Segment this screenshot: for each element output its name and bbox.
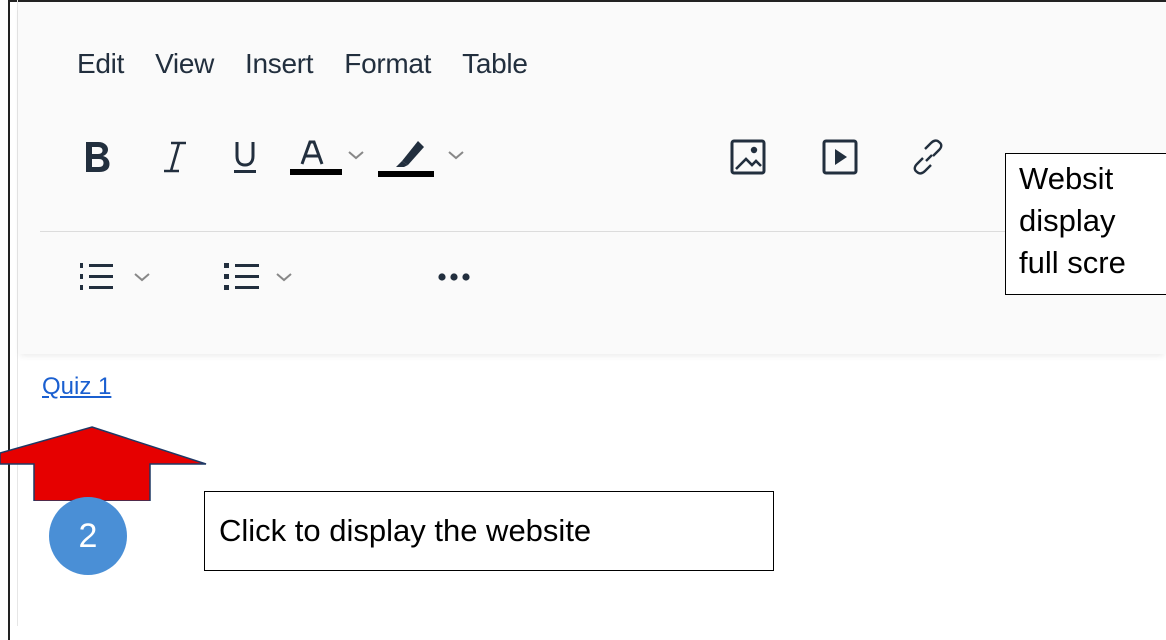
more-button[interactable] bbox=[432, 266, 476, 288]
chevron-down-icon bbox=[348, 151, 364, 160]
insert-media-button[interactable] bbox=[820, 132, 860, 182]
bullet-list-dropdown[interactable] bbox=[272, 262, 296, 292]
image-icon bbox=[730, 139, 766, 175]
callout-click-instruction: Click to display the website bbox=[204, 491, 774, 571]
underline-button[interactable] bbox=[228, 132, 262, 182]
quiz-link[interactable]: Quiz 1 bbox=[42, 373, 111, 401]
callout-line: full scre bbox=[1019, 245, 1126, 280]
step-number-badge: 2 bbox=[49, 497, 127, 575]
insert-image-button[interactable] bbox=[728, 132, 768, 182]
toolbar-divider bbox=[40, 231, 1166, 232]
highlighter-icon bbox=[378, 141, 434, 177]
chevron-down-icon bbox=[448, 151, 464, 160]
text-color-icon bbox=[290, 140, 342, 175]
callout-line: Websit bbox=[1019, 161, 1114, 196]
menu-format[interactable]: Format bbox=[344, 48, 431, 88]
insert-link-button[interactable] bbox=[906, 132, 950, 182]
link-icon bbox=[913, 139, 943, 175]
callout-line: display bbox=[1019, 203, 1116, 238]
menu-edit[interactable]: Edit bbox=[77, 48, 124, 88]
bold-icon bbox=[86, 142, 110, 172]
highlight-color-dropdown[interactable] bbox=[444, 140, 468, 170]
menu-view[interactable]: View bbox=[155, 48, 214, 88]
numbered-list-dropdown[interactable] bbox=[130, 262, 154, 292]
italic-icon bbox=[164, 141, 186, 173]
numbered-list-icon bbox=[80, 263, 113, 290]
numbered-list-button[interactable] bbox=[78, 256, 116, 298]
text-color-button[interactable] bbox=[290, 132, 342, 182]
more-dots-icon bbox=[438, 273, 470, 281]
menubar: Edit View Insert Format Table bbox=[77, 48, 559, 88]
bullet-list-icon bbox=[224, 263, 259, 290]
chevron-down-icon bbox=[276, 273, 292, 282]
italic-button[interactable] bbox=[158, 132, 192, 182]
bullet-list-button[interactable] bbox=[222, 256, 262, 298]
bold-button[interactable] bbox=[80, 132, 114, 182]
highlight-color-button[interactable] bbox=[378, 130, 434, 182]
callout-website-display: Websit display full scre bbox=[1005, 153, 1166, 295]
red-arrow-icon bbox=[0, 426, 207, 501]
menu-table[interactable]: Table bbox=[462, 48, 528, 88]
menu-insert[interactable]: Insert bbox=[245, 48, 314, 88]
chevron-down-icon bbox=[134, 273, 150, 282]
media-icon bbox=[822, 139, 858, 175]
text-color-dropdown[interactable] bbox=[344, 140, 368, 170]
underline-icon bbox=[234, 142, 256, 173]
